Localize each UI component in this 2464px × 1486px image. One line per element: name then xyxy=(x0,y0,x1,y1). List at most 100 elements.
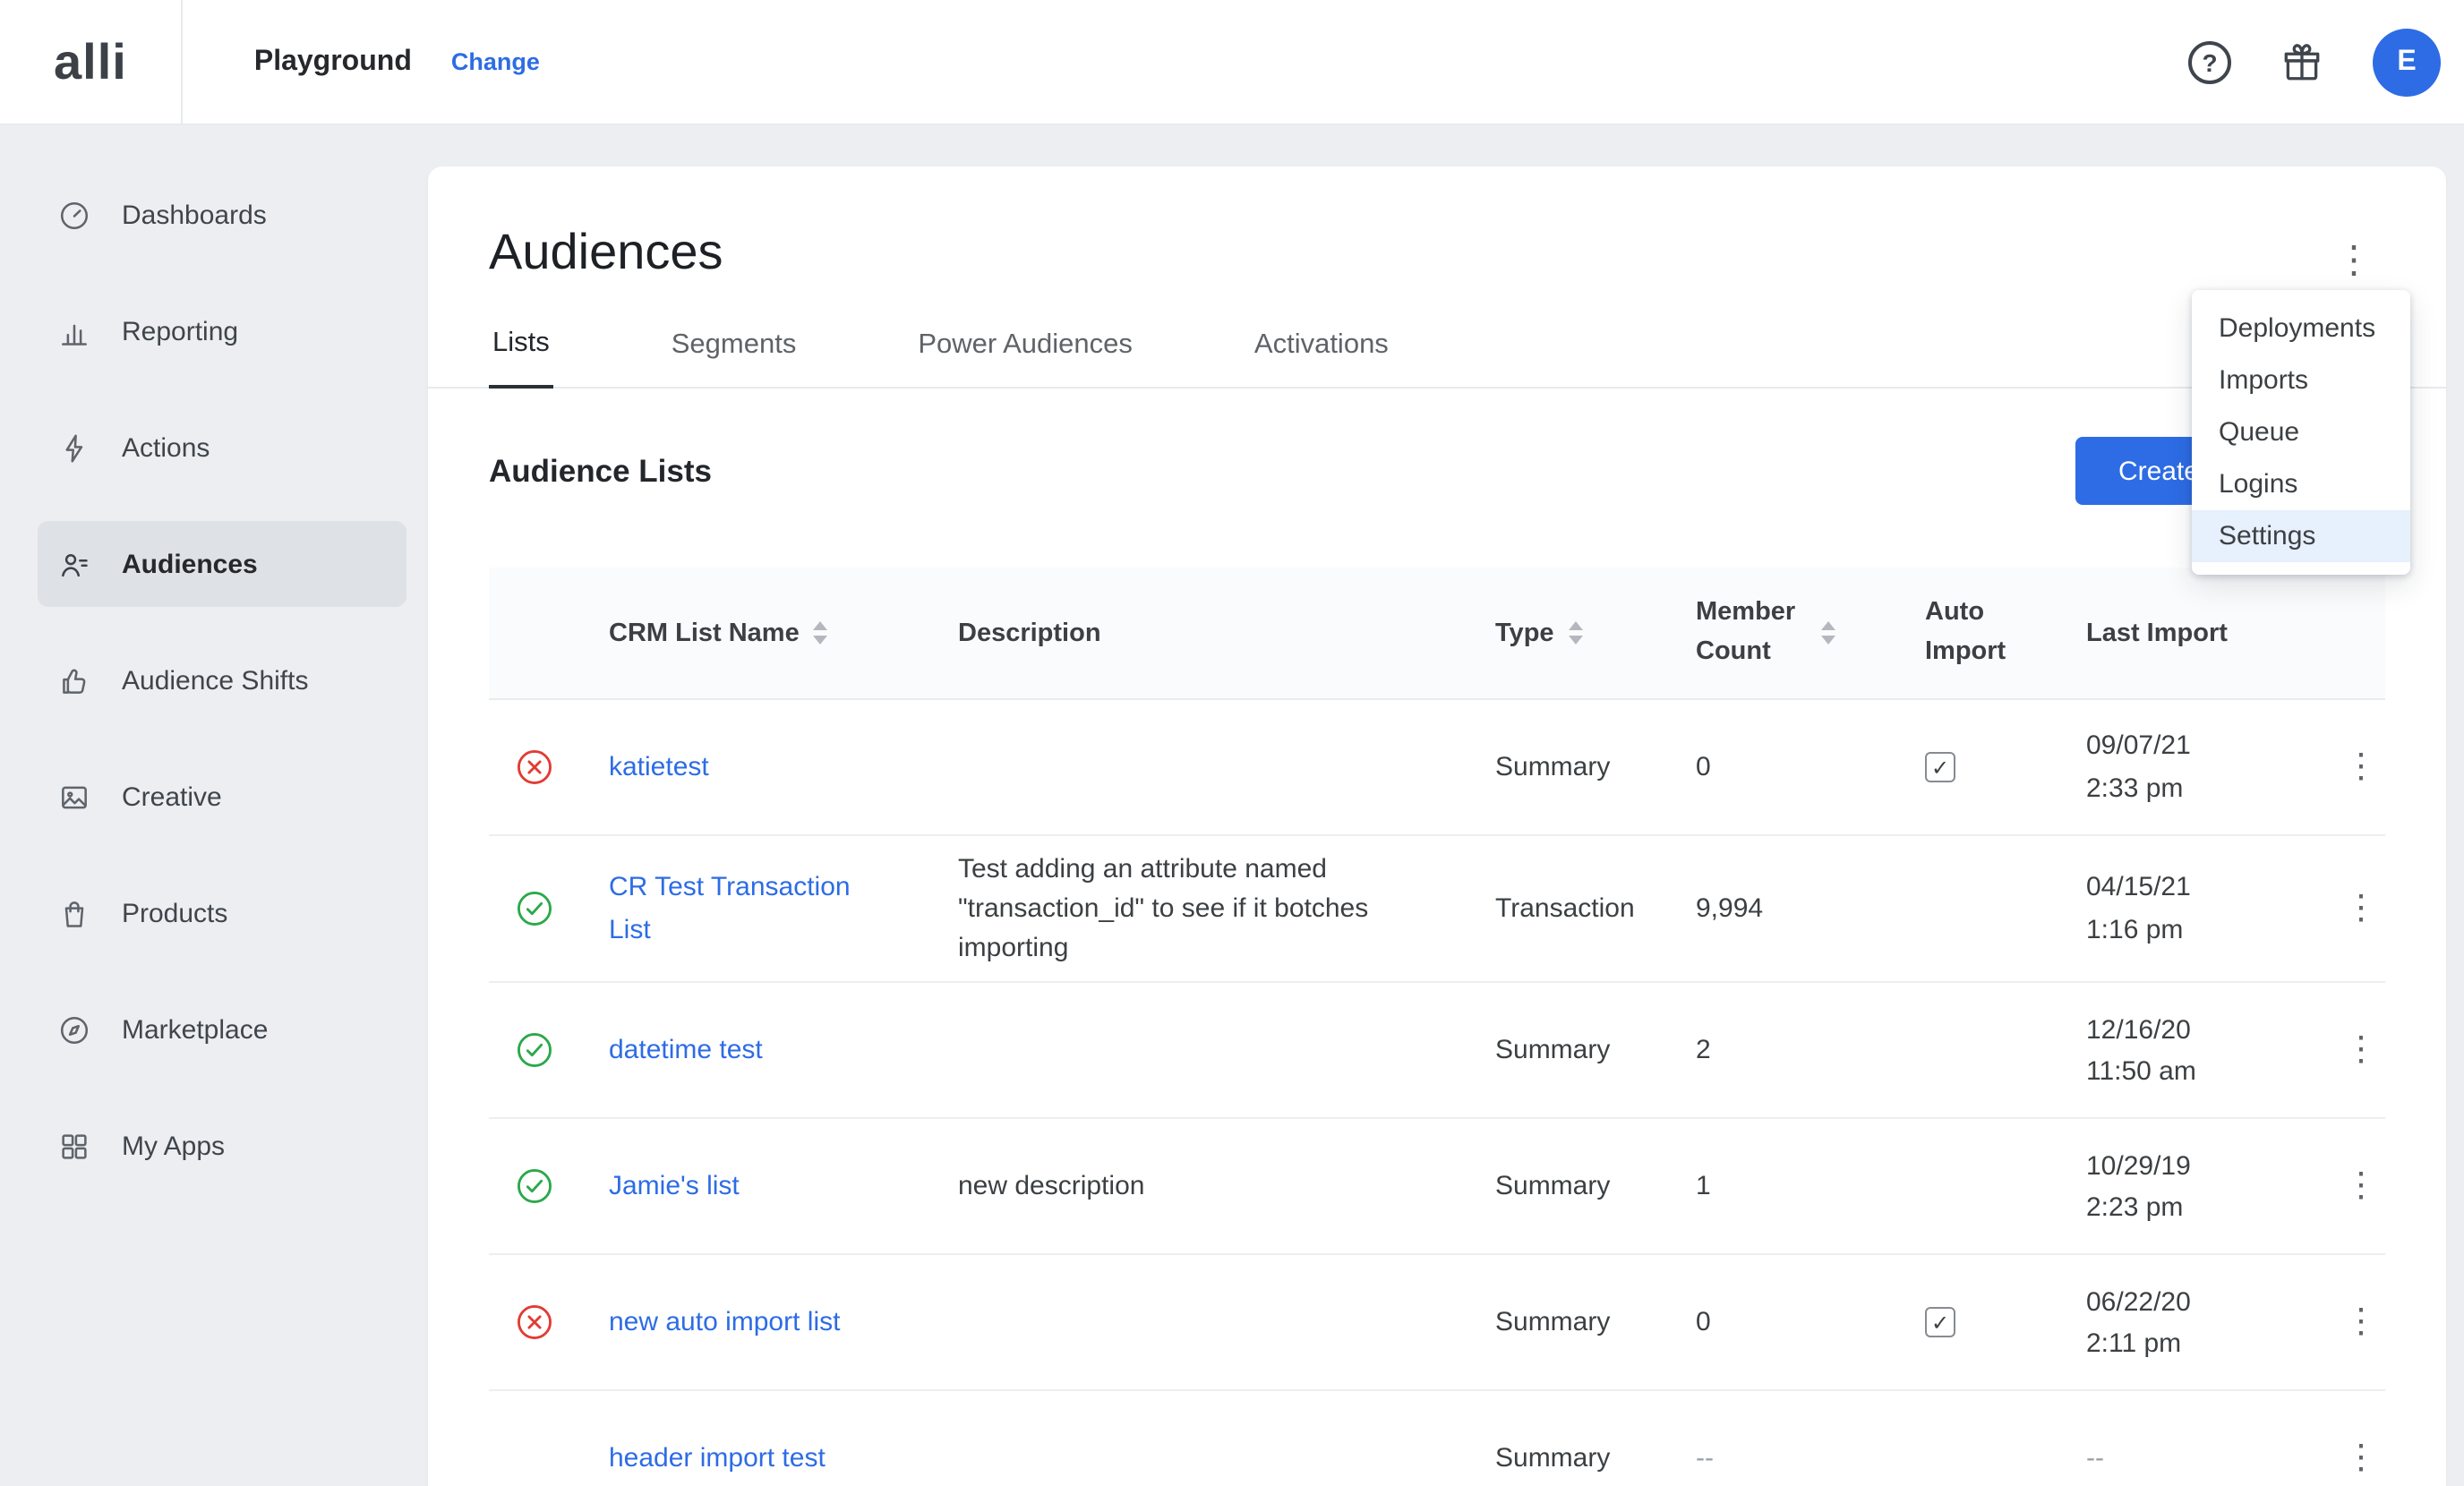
sidebar-item-audience-shifts[interactable]: Audience Shifts xyxy=(38,637,406,723)
list-name-link[interactable]: header import test xyxy=(609,1438,877,1480)
sort-icon[interactable] xyxy=(814,621,828,645)
member-count: 1 xyxy=(1669,1172,1898,1202)
table-row: katietest Summary 0 09/07/212:33 pm xyxy=(489,700,2385,836)
list-name-link[interactable]: new auto import list xyxy=(609,1302,877,1344)
gift-icon[interactable] xyxy=(2280,39,2324,84)
list-name-link[interactable]: datetime test xyxy=(609,1029,877,1072)
list-type: Summary xyxy=(1468,1308,1669,1338)
sidebar-item-label: Reporting xyxy=(122,316,238,346)
compass-icon xyxy=(57,1012,91,1046)
menu-item-imports[interactable]: Imports xyxy=(2192,354,2410,406)
section-header: Audience Lists Create xyxy=(489,435,2385,507)
person-audience-icon xyxy=(57,547,91,581)
tab-bar: Lists Segments Power Audiences Activatio… xyxy=(428,310,2446,389)
list-name-link[interactable]: katietest xyxy=(609,747,877,789)
member-count: 0 xyxy=(1669,1308,1898,1338)
sidebar-item-audiences[interactable]: Audiences xyxy=(38,521,406,607)
sidebar-item-dashboards[interactable]: Dashboards xyxy=(38,172,406,258)
thumbs-up-icon xyxy=(57,663,91,697)
sidebar-item-products[interactable]: Products xyxy=(38,870,406,956)
table-row: new auto import list Summary 0 06/22/202… xyxy=(489,1256,2385,1392)
member-count: 0 xyxy=(1669,752,1898,782)
lightning-bolt-icon xyxy=(57,431,91,465)
sidebar-item-creative[interactable]: Creative xyxy=(38,754,406,840)
help-icon[interactable] xyxy=(2188,40,2231,83)
sidebar-item-label: Audiences xyxy=(122,549,258,579)
table-header-row: CRM List Name Description Type Member Co… xyxy=(489,568,2385,700)
sidebar-item-label: Products xyxy=(122,898,227,928)
row-menu-kebab-icon[interactable] xyxy=(2344,890,2378,927)
change-workspace-link[interactable]: Change xyxy=(451,48,540,75)
success-status-icon xyxy=(516,1032,553,1070)
table-header-crm-list-name[interactable]: CRM List Name xyxy=(582,619,931,647)
auto-import-checkbox[interactable] xyxy=(1925,752,1955,782)
error-status-icon xyxy=(516,1304,553,1342)
section-title: Audience Lists xyxy=(489,452,712,490)
member-count: 2 xyxy=(1669,1036,1898,1066)
row-menu-kebab-icon[interactable] xyxy=(2344,1032,2378,1070)
last-import: 12/16/2011:50 am xyxy=(2059,1009,2299,1092)
main-panel: Audiences Lists Segments Power Audiences… xyxy=(428,167,2446,1486)
menu-item-queue[interactable]: Queue xyxy=(2192,406,2410,458)
list-description: new description xyxy=(958,1167,1409,1207)
list-type: Summary xyxy=(1468,1444,1669,1474)
image-icon xyxy=(57,780,91,814)
table-header-member-count[interactable]: Member Count xyxy=(1669,595,1898,670)
sidebar-item-label: Audience Shifts xyxy=(122,665,308,696)
table-row: Jamie's list new description Summary 1 1… xyxy=(489,1120,2385,1256)
apps-grid-icon xyxy=(57,1129,91,1163)
menu-item-settings[interactable]: Settings xyxy=(2192,510,2410,562)
table-row: header import test Summary -- -- xyxy=(489,1392,2385,1486)
table-header-description: Description xyxy=(931,619,1468,647)
sidebar-item-label: Actions xyxy=(122,432,210,463)
list-type: Transaction xyxy=(1468,893,1669,924)
sidebar-item-marketplace[interactable]: Marketplace xyxy=(38,986,406,1072)
sidebar-item-label: My Apps xyxy=(122,1131,225,1161)
user-avatar[interactable]: E xyxy=(2373,28,2441,96)
success-status-icon xyxy=(516,890,553,927)
row-menu-kebab-icon[interactable] xyxy=(2344,1168,2378,1206)
alli-logo: alli xyxy=(54,33,127,90)
menu-item-deployments[interactable]: Deployments xyxy=(2192,303,2410,354)
sidebar-item-my-apps[interactable]: My Apps xyxy=(38,1103,406,1189)
list-type: Summary xyxy=(1468,752,1669,782)
row-menu-kebab-icon[interactable] xyxy=(2344,1440,2378,1478)
list-name-link[interactable]: CR Test Transaction List xyxy=(609,867,877,951)
top-bar: alli Playground Change E xyxy=(0,0,2464,125)
page-menu-kebab-icon[interactable] xyxy=(2335,242,2371,279)
last-import: 09/07/212:33 pm xyxy=(2059,726,2299,809)
sidebar-item-reporting[interactable]: Reporting xyxy=(38,288,406,374)
sidebar-item-actions[interactable]: Actions xyxy=(38,405,406,491)
tab-power-audiences[interactable]: Power Audiences xyxy=(914,329,1136,387)
tab-activations[interactable]: Activations xyxy=(1251,329,1392,387)
sidebar-item-label: Marketplace xyxy=(122,1014,268,1045)
row-menu-kebab-icon[interactable] xyxy=(2344,748,2378,786)
error-status-icon xyxy=(516,748,553,786)
auto-import-checkbox[interactable] xyxy=(1925,1308,1955,1338)
bar-chart-icon xyxy=(57,314,91,348)
list-description: Test adding an attribute named "transact… xyxy=(958,850,1409,968)
list-type: Summary xyxy=(1468,1036,1669,1066)
sort-icon[interactable] xyxy=(1821,621,1835,645)
tab-lists[interactable]: Lists xyxy=(489,328,553,389)
table-header-type[interactable]: Type xyxy=(1468,619,1669,647)
last-import: 06/22/202:11 pm xyxy=(2059,1281,2299,1364)
sidebar: Dashboards Reporting Actions Audiences A… xyxy=(0,125,428,1486)
workspace-name: Playground xyxy=(254,46,412,78)
table-row: datetime test Summary 2 12/16/2011:50 am xyxy=(489,984,2385,1120)
list-type: Summary xyxy=(1468,1172,1669,1202)
last-import: 10/29/192:23 pm xyxy=(2059,1145,2299,1228)
table-row: CR Test Transaction List Test adding an … xyxy=(489,836,2385,984)
dashboard-gauge-icon xyxy=(57,198,91,232)
row-menu-kebab-icon[interactable] xyxy=(2344,1304,2378,1342)
table-header-last-import: Last Import xyxy=(2059,619,2299,647)
last-import: 04/15/211:16 pm xyxy=(2059,867,2299,951)
list-name-link[interactable]: Jamie's list xyxy=(609,1166,877,1208)
tab-segments[interactable]: Segments xyxy=(668,329,800,387)
app-window: alli Playground Change E Dashboards Repo… xyxy=(0,0,2464,1486)
success-status-icon xyxy=(516,1168,553,1206)
shopping-bag-icon xyxy=(57,896,91,930)
menu-item-logins[interactable]: Logins xyxy=(2192,458,2410,510)
member-count: 9,994 xyxy=(1669,893,1898,924)
sort-icon[interactable] xyxy=(1569,621,1583,645)
